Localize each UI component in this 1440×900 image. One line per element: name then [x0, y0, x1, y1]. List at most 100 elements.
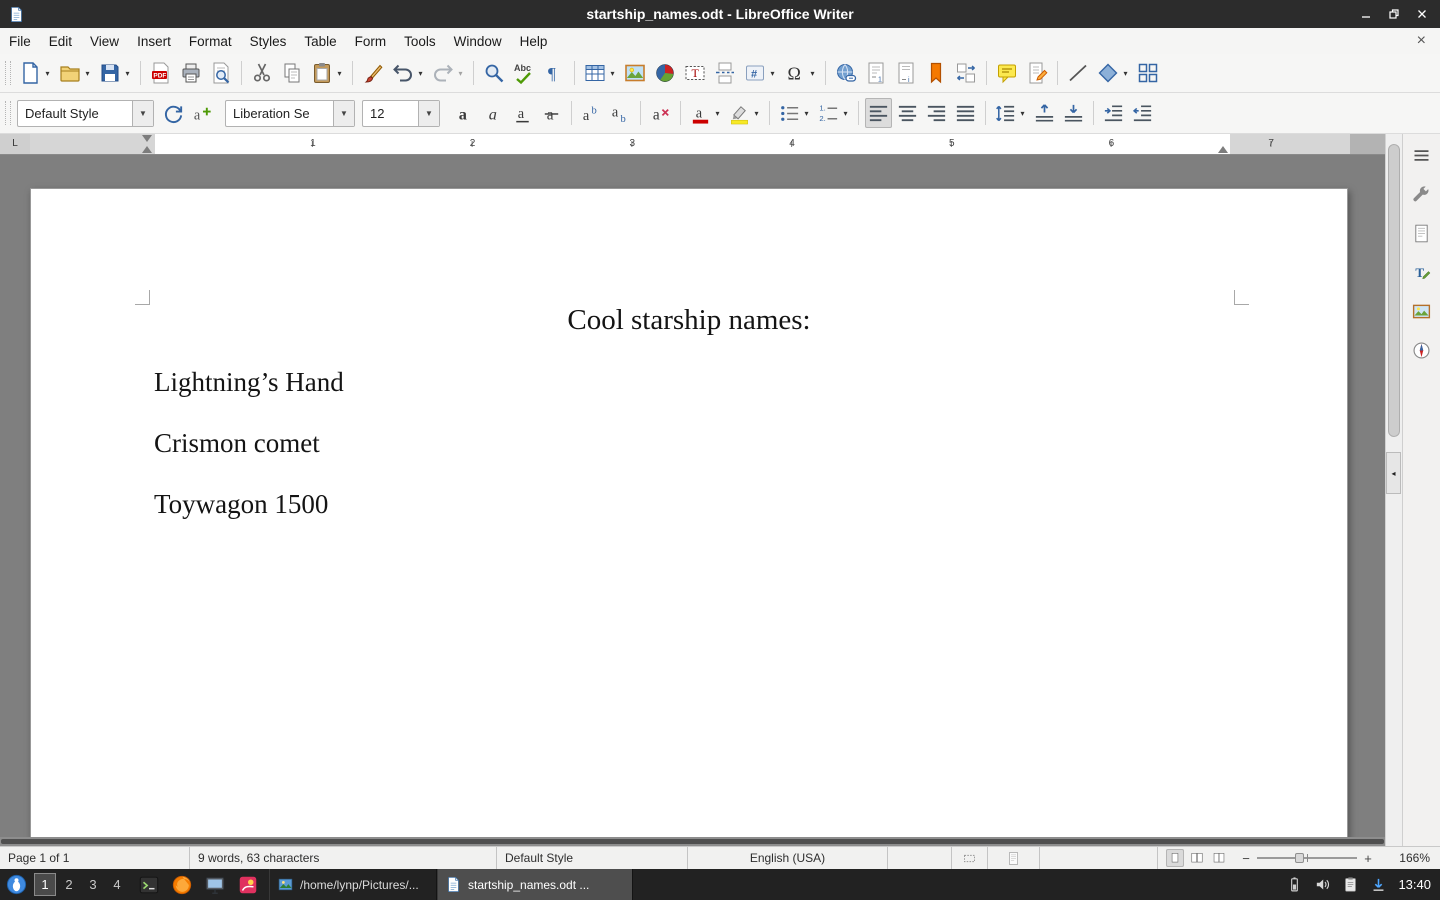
strikethrough-button[interactable] [538, 98, 565, 128]
horizontal-scrollbar-thumb[interactable] [1, 839, 1384, 844]
sidebar-styles-button[interactable] [1409, 259, 1435, 285]
separator[interactable] [769, 101, 770, 125]
save-button[interactable]: ▾ [96, 58, 134, 88]
workspace-4[interactable]: 4 [106, 873, 128, 896]
vertical-scrollbar[interactable]: ◂ [1385, 134, 1402, 846]
align-right-button[interactable] [923, 98, 950, 128]
font-name-combo[interactable]: Liberation Se ▼ [225, 100, 355, 127]
single-page-view-button[interactable] [1166, 849, 1184, 867]
separator[interactable] [473, 61, 474, 85]
document-body-line[interactable]: Crismon comet [154, 426, 1224, 460]
applications-menu-button[interactable] [0, 869, 32, 900]
increase-indent-button[interactable] [1100, 98, 1127, 128]
sidebar-page-button[interactable] [1409, 220, 1435, 246]
document-body-line[interactable]: Lightning’s Hand [154, 365, 1224, 399]
highlight-color-button[interactable]: ▾ [726, 98, 763, 128]
menu-form[interactable]: Form [346, 30, 396, 53]
font-size-combo[interactable]: 12 ▼ [362, 100, 440, 127]
separator[interactable] [1057, 61, 1058, 85]
download-arrow-icon[interactable] [1370, 876, 1387, 893]
zoom-slider-thumb[interactable] [1295, 853, 1304, 863]
insert-comment-button[interactable] [993, 58, 1021, 88]
dropdown-arrow-icon[interactable]: ▾ [802, 109, 811, 118]
sidebar-collapse-button[interactable]: ◂ [1386, 452, 1401, 494]
cut-button[interactable] [248, 58, 276, 88]
footnote-button[interactable] [862, 58, 890, 88]
endnote-button[interactable] [892, 58, 920, 88]
undo-button[interactable]: ▾ [389, 58, 427, 88]
multi-page-view-button[interactable] [1188, 849, 1206, 867]
battery-icon[interactable] [1286, 876, 1303, 893]
close-document-button[interactable]: × [1417, 33, 1426, 49]
horizontal-scrollbar[interactable] [0, 837, 1385, 846]
insert-image-button[interactable] [621, 58, 649, 88]
document-modified-status[interactable] [988, 847, 1040, 869]
clone-formatting-button[interactable] [359, 58, 387, 88]
separator[interactable] [574, 61, 575, 85]
zoom-slider[interactable] [1257, 857, 1357, 859]
new-document-button[interactable]: ▾ [16, 58, 54, 88]
zoom-percentage[interactable]: 166% [1378, 851, 1440, 865]
menu-help[interactable]: Help [511, 30, 557, 53]
insert-field-button[interactable]: ▾ [741, 58, 779, 88]
dropdown-arrow-icon[interactable]: ▾ [43, 69, 52, 78]
menu-format[interactable]: Format [180, 30, 241, 53]
sidebar-settings-button[interactable] [1409, 142, 1435, 168]
line-spacing-button[interactable]: ▾ [992, 98, 1029, 128]
special-character-button[interactable]: ▾ [781, 58, 819, 88]
dropdown-arrow-icon[interactable]: ▾ [1018, 109, 1027, 118]
dropdown-arrow-icon[interactable]: ▾ [608, 69, 617, 78]
document-page[interactable]: Cool starship names: Lightning’s Hand Cri… [30, 188, 1348, 837]
document-text[interactable]: Cool starship names: Lightning’s Hand Cri… [31, 189, 1347, 521]
insert-mode-status[interactable] [888, 847, 952, 869]
menu-styles[interactable]: Styles [241, 30, 296, 53]
word-count-status[interactable]: 9 words, 63 characters [190, 847, 497, 869]
draw-functions-button[interactable] [1134, 58, 1162, 88]
menu-edit[interactable]: Edit [40, 30, 81, 53]
dropdown-arrow-icon[interactable]: ▾ [808, 69, 817, 78]
insert-table-button[interactable]: ▾ [581, 58, 619, 88]
numbered-list-button[interactable]: ▾ [815, 98, 852, 128]
update-style-button[interactable] [160, 98, 187, 128]
clear-formatting-button[interactable] [647, 98, 674, 128]
align-left-button[interactable] [865, 98, 892, 128]
paste-button[interactable]: ▾ [308, 58, 346, 88]
dropdown-arrow-icon[interactable]: ▾ [752, 109, 761, 118]
insert-textbox-button[interactable] [681, 58, 709, 88]
workspace-3[interactable]: 3 [82, 873, 104, 896]
media-app-launcher[interactable] [235, 872, 261, 898]
document-body-line[interactable]: Toywagon 1500 [154, 487, 1224, 521]
dropdown-arrow-icon[interactable]: ▾ [456, 69, 465, 78]
print-preview-button[interactable] [207, 58, 235, 88]
insert-chart-button[interactable] [651, 58, 679, 88]
superscript-button[interactable] [578, 98, 605, 128]
separator[interactable] [825, 61, 826, 85]
bold-button[interactable] [451, 98, 478, 128]
menu-window[interactable]: Window [445, 30, 511, 53]
firefox-launcher[interactable] [169, 872, 195, 898]
font-size-value[interactable]: 12 [363, 106, 418, 121]
formatting-marks-button[interactable] [540, 58, 568, 88]
decrease-indent-button[interactable] [1129, 98, 1156, 128]
sidebar-gallery-button[interactable] [1409, 298, 1435, 324]
taskbar-window-pictures[interactable]: /home/lynp/Pictures/... [269, 869, 437, 900]
first-line-indent-marker[interactable] [142, 135, 152, 142]
zoom-out-button[interactable]: − [1240, 851, 1252, 866]
bullet-list-button[interactable]: ▾ [776, 98, 813, 128]
dropdown-arrow-icon[interactable]: ▾ [335, 69, 344, 78]
right-indent-marker[interactable] [1218, 146, 1228, 153]
separator[interactable] [571, 101, 572, 125]
redo-button[interactable]: ▾ [429, 58, 467, 88]
underline-button[interactable] [509, 98, 536, 128]
toolbar-grip[interactable] [5, 101, 11, 125]
separator[interactable] [352, 61, 353, 85]
separator[interactable] [140, 61, 141, 85]
page-count-status[interactable]: Page 1 of 1 [0, 847, 190, 869]
dropdown-arrow-icon[interactable]: ▾ [416, 69, 425, 78]
insert-line-button[interactable] [1064, 58, 1092, 88]
dropdown-arrow-icon[interactable]: ▾ [713, 109, 722, 118]
dropdown-arrow-icon[interactable]: ▾ [841, 109, 850, 118]
clock[interactable]: 13:40 [1398, 877, 1431, 892]
dropdown-arrow-icon[interactable]: ▾ [123, 69, 132, 78]
document-title-line[interactable]: Cool starship names: [154, 302, 1224, 338]
